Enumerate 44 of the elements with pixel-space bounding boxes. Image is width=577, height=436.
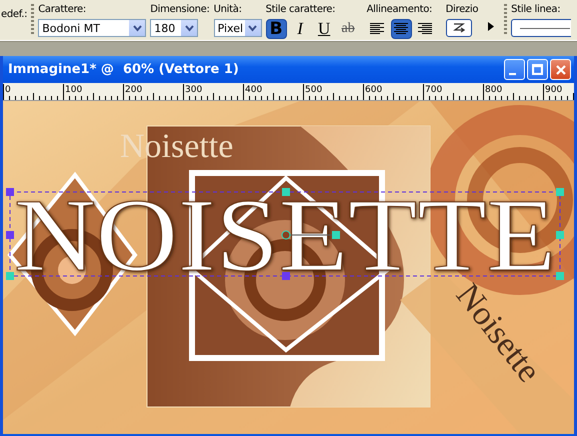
dropdown-field[interactable]: Bodoni MT (38, 19, 146, 37)
ruler-label: 100 (65, 85, 82, 95)
align-center-icon (394, 23, 408, 35)
close-button[interactable] (550, 59, 571, 80)
style-label: Stile carattere: (266, 3, 336, 17)
field-label: Dimensione: (150, 3, 210, 17)
chevron-down-icon (184, 24, 194, 32)
field-label: Carattere: (38, 3, 87, 17)
align-center-button[interactable] (390, 19, 412, 39)
ruler-label: 800 (485, 85, 502, 95)
italic-button[interactable]: I (290, 19, 311, 39)
ruler-label: 600 (365, 85, 382, 95)
line-preview-icon (520, 26, 570, 30)
line-style-dropdown[interactable] (511, 19, 572, 37)
direction-button[interactable] (446, 19, 472, 37)
dropdown-field[interactable]: 180 (150, 19, 198, 37)
line-style-label: Stile linea: (511, 3, 562, 17)
ruler-label: 400 (245, 85, 262, 95)
direction-label: Direzio (446, 3, 478, 17)
preset-label: edef.: (1, 8, 28, 22)
dropdown-field[interactable]: Pixel (214, 19, 262, 37)
more-arrow-icon[interactable] (488, 22, 494, 31)
chevron-down-icon (248, 24, 258, 32)
maximize-button[interactable] (527, 59, 548, 80)
alignment-label: Allineamento: (366, 3, 434, 17)
ruler-label: 0 (5, 85, 11, 95)
direction-arrow-icon (452, 22, 466, 34)
field-label: Unità: (214, 3, 243, 17)
align-left-icon (370, 23, 384, 35)
window-title: Immagine1* @ 60% (Vettore 1) (8, 62, 240, 77)
ruler-label: 700 (425, 85, 442, 95)
minimize-icon (509, 73, 516, 76)
maximize-icon (532, 64, 543, 75)
minimize-button[interactable] (504, 59, 525, 80)
underline-button[interactable]: U (314, 19, 335, 39)
ruler-label: 900 (545, 85, 562, 95)
ruler-label: 200 (125, 85, 142, 95)
chevron-down-icon (132, 24, 142, 32)
align-right-icon (418, 23, 432, 35)
bold-button[interactable]: B (266, 19, 287, 39)
ruler-label: 300 (185, 85, 202, 95)
ruler-label: 500 (305, 85, 322, 95)
strikethrough-button[interactable]: ab (338, 19, 359, 39)
close-icon (556, 64, 566, 74)
